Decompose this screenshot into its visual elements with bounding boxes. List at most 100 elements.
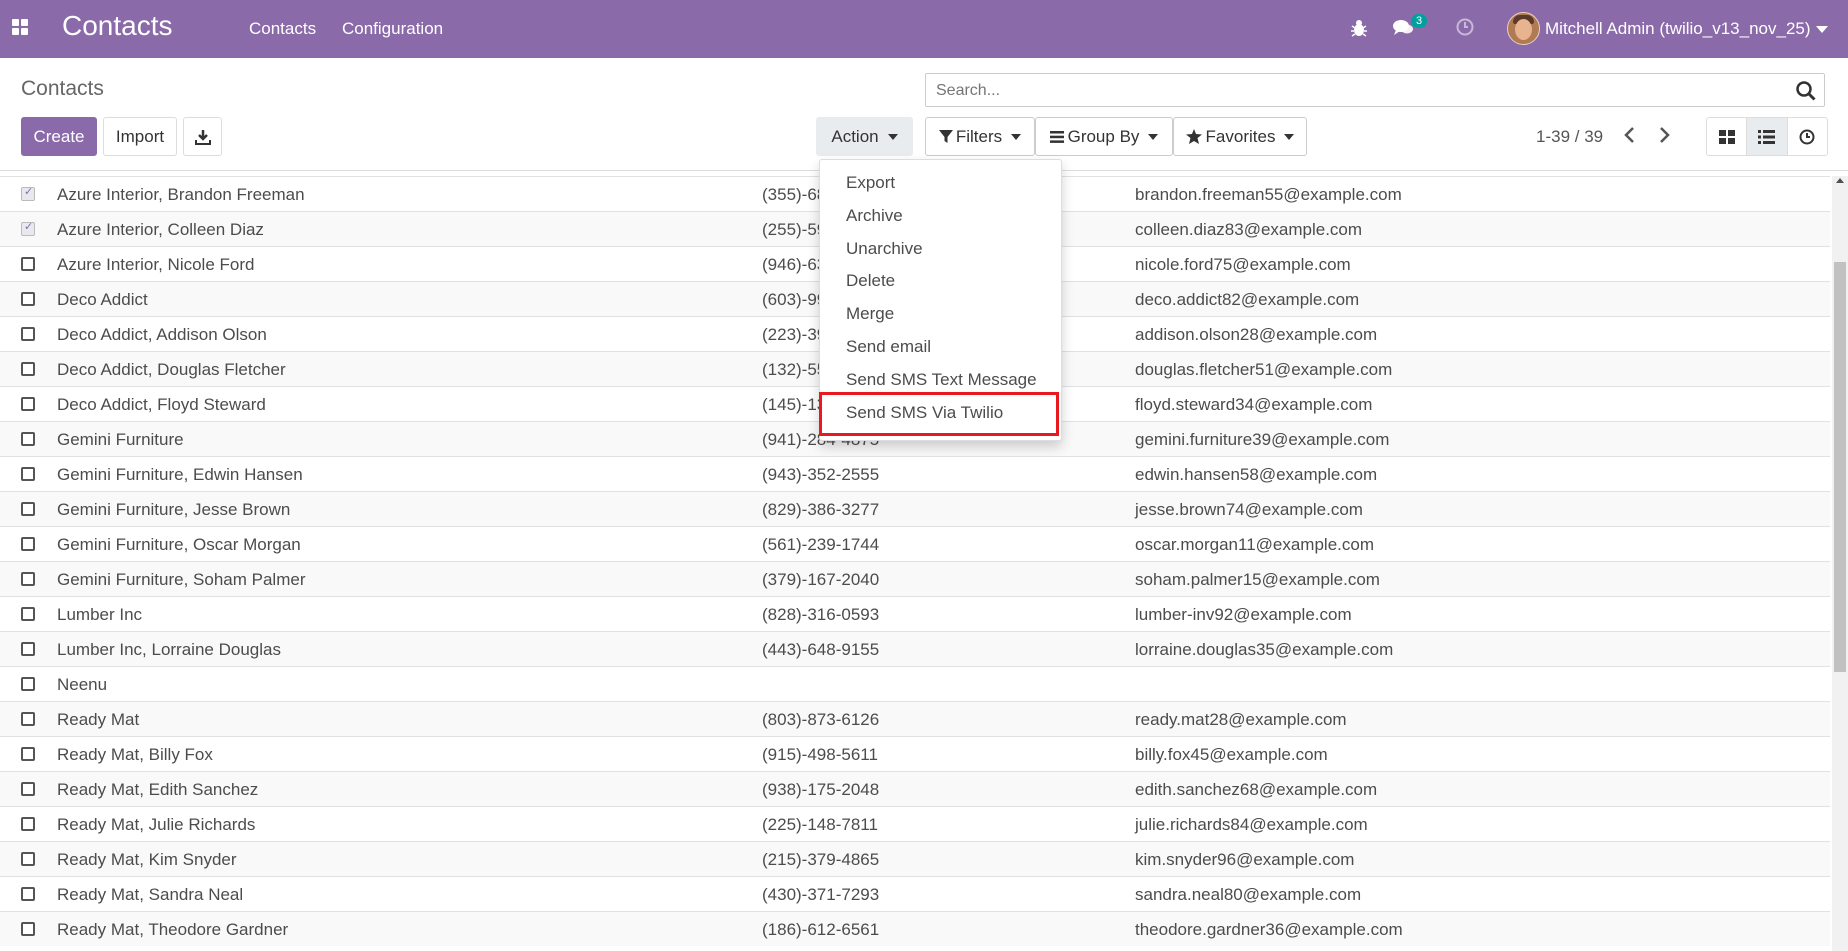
row-checkbox[interactable] <box>21 887 35 901</box>
user-avatar[interactable] <box>1507 12 1540 45</box>
search-icon[interactable] <box>1796 81 1816 101</box>
contact-phone: (946)-63 <box>762 255 827 274</box>
action-menu-item-merge[interactable]: Merge <box>846 304 894 324</box>
list-view-button[interactable] <box>1747 118 1788 155</box>
contact-phone: (561)-239-1744 <box>762 535 880 554</box>
row-checkbox[interactable] <box>21 292 35 306</box>
contact-phone: (132)-55 <box>762 360 827 379</box>
row-checkbox[interactable] <box>21 922 35 936</box>
activity-clock-icon[interactable] <box>1456 18 1474 36</box>
action-dropdown-button[interactable]: Action <box>816 117 913 156</box>
table-row[interactable]: Ready Mat, Edith Sanchez (938)-175-2048 ed… <box>0 771 1830 806</box>
action-menu-item-send-email[interactable]: Send email <box>846 337 931 357</box>
app-title: Contacts <box>62 10 173 41</box>
row-checkbox[interactable] <box>21 327 35 341</box>
row-checkbox[interactable] <box>21 467 35 481</box>
action-menu-item-delete[interactable]: Delete <box>846 271 895 291</box>
contact-name: Gemini Furniture, Edwin Hansen <box>57 465 303 484</box>
pager-value[interactable]: 1-39 / 39 <box>1536 127 1603 147</box>
row-checkbox[interactable] <box>21 817 35 831</box>
chevron-down-icon[interactable] <box>1816 26 1828 33</box>
table-row[interactable]: Gemini Furniture, Oscar Morgan (561)-239-… <box>0 526 1830 561</box>
pager-next-icon[interactable] <box>1659 127 1671 143</box>
row-checkbox[interactable] <box>21 782 35 796</box>
groupby-label: Group By <box>1067 126 1140 146</box>
create-button[interactable]: Create <box>21 117 97 156</box>
row-checkbox[interactable] <box>21 537 35 551</box>
breadcrumb: Contacts <box>21 77 104 100</box>
contact-name: Ready Mat, Edith Sanchez <box>57 780 259 799</box>
row-checkbox[interactable] <box>21 220 35 236</box>
scrollbar-thumb[interactable] <box>1834 262 1846 672</box>
clock-icon <box>1799 129 1815 144</box>
row-checkbox[interactable] <box>21 712 35 726</box>
favorites-button[interactable]: Favorites <box>1173 117 1307 156</box>
contact-email: edith.sanchez68@example.com <box>1135 780 1378 799</box>
row-checkbox[interactable] <box>21 362 35 376</box>
action-menu-item-archive[interactable]: Archive <box>846 206 903 226</box>
row-checkbox[interactable] <box>21 607 35 621</box>
contact-email: kim.snyder96@example.com <box>1135 850 1355 869</box>
contact-phone: (223)-39 <box>762 325 827 344</box>
row-checkbox[interactable] <box>21 572 35 586</box>
scroll-up-icon[interactable] <box>1836 178 1844 183</box>
contact-phone: (915)-498-5611 <box>762 745 878 764</box>
debug-bug-icon[interactable] <box>1350 18 1368 38</box>
contact-phone: (943)-352-2555 <box>762 465 880 484</box>
table-row[interactable]: Lumber Inc, Lorraine Douglas (443)-648-91… <box>0 631 1830 666</box>
table-row[interactable]: Neenu <box>0 666 1830 701</box>
table-row[interactable]: Ready Mat, Billy Fox (915)-498-5611 billy.… <box>0 736 1830 771</box>
search-input[interactable] <box>934 81 1738 101</box>
contact-phone: (145)-13 <box>762 395 827 414</box>
apps-menu-icon[interactable] <box>12 19 30 37</box>
row-checkbox[interactable] <box>21 502 35 516</box>
row-checkbox[interactable] <box>21 677 35 691</box>
kanban-view-button[interactable] <box>1707 118 1748 155</box>
contact-name: Neenu <box>57 675 108 694</box>
contact-phone: (828)-316-0593 <box>762 605 880 624</box>
contact-name: Deco Addict <box>57 290 148 309</box>
contact-phone: (215)-379-4865 <box>762 850 880 869</box>
contact-email: oscar.morgan11@example.com <box>1135 535 1374 554</box>
activity-view-button[interactable] <box>1788 118 1827 155</box>
import-button[interactable]: Import <box>103 117 177 156</box>
pager-previous-icon[interactable] <box>1623 127 1635 143</box>
table-row[interactable]: Ready Mat, Kim Snyder (215)-379-4865 kim.s… <box>0 841 1830 876</box>
table-row[interactable]: Lumber Inc (828)-316-0593 lumber-inv92@exa… <box>0 596 1830 631</box>
action-menu-item-unarchive[interactable]: Unarchive <box>846 239 923 259</box>
menu-configuration[interactable]: Configuration <box>342 19 443 39</box>
table-row[interactable]: Gemini Furniture, Jesse Brown (829)-386-3… <box>0 491 1830 526</box>
table-row[interactable]: Ready Mat (803)-873-6126 ready.mat28@examp… <box>0 701 1830 736</box>
menu-contacts[interactable]: Contacts <box>249 19 316 39</box>
table-row[interactable]: Gemini Furniture, Soham Palmer (379)-167-… <box>0 561 1830 596</box>
contact-name: Ready Mat, Sandra Neal <box>57 885 244 904</box>
messages-icon[interactable] <box>1393 19 1413 36</box>
table-row[interactable]: Ready Mat, Theodore Gardner (186)-612-656… <box>0 911 1830 946</box>
contact-name: Deco Addict, Floyd Steward <box>57 395 266 414</box>
action-menu-item-send-sms-text-message[interactable]: Send SMS Text Message <box>846 370 1037 390</box>
row-checkbox[interactable] <box>21 747 35 761</box>
row-checkbox[interactable] <box>21 185 35 201</box>
contact-name: Lumber Inc, Lorraine Douglas <box>57 640 281 659</box>
table-row[interactable]: Ready Mat, Sandra Neal (430)-371-7293 sand… <box>0 876 1830 911</box>
list-icon <box>1758 129 1776 144</box>
row-checkbox[interactable] <box>21 642 35 656</box>
contact-email: edwin.hansen58@example.com <box>1135 465 1378 484</box>
messages-count-badge: 3 <box>1411 14 1428 28</box>
filters-button[interactable]: Filters <box>925 117 1035 156</box>
table-row[interactable]: Ready Mat, Julie Richards (225)-148-7811 j… <box>0 806 1830 841</box>
row-checkbox[interactable] <box>21 432 35 446</box>
contact-phone: (225)-148-7811 <box>762 815 878 834</box>
action-menu-item-export[interactable]: Export <box>846 173 895 193</box>
groupby-button[interactable]: Group By <box>1035 117 1173 156</box>
download-button[interactable] <box>183 117 222 156</box>
vertical-scrollbar[interactable] <box>1832 176 1848 951</box>
user-menu[interactable]: Mitchell Admin (twilio_v13_nov_25) <box>1545 19 1811 39</box>
row-checkbox[interactable] <box>21 852 35 866</box>
action-label: Action <box>831 126 879 146</box>
row-checkbox[interactable] <box>21 397 35 411</box>
table-row[interactable]: Gemini Furniture, Edwin Hansen (943)-352-… <box>0 456 1830 491</box>
caret-down-icon <box>1284 133 1295 140</box>
row-checkbox[interactable] <box>21 257 35 271</box>
filters-label: Filters <box>955 126 1003 146</box>
